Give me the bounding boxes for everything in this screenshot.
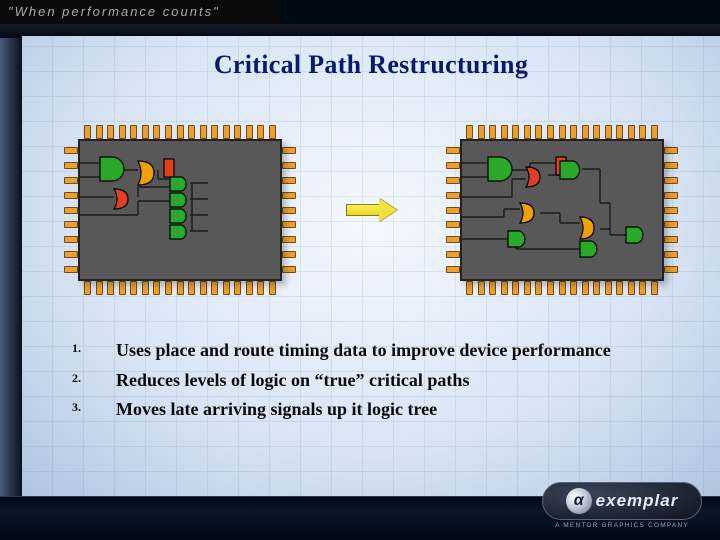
pins-top [466,125,658,139]
arrow-head-icon [379,198,397,222]
slide-content: Critical Path Restructuring [22,36,720,496]
left-rail [0,38,22,540]
chip-before [64,125,296,295]
logo-pill: α exemplar [542,482,702,520]
bullet-list: Uses place and route timing data to impr… [72,336,682,425]
pins-left [64,147,78,273]
logic-after [460,139,664,281]
logo-subtitle: A MENTOR GRAPHICS COMPANY [555,522,689,529]
pins-top [84,125,276,139]
tagline-bar: "When performance counts" [0,0,280,24]
chip-after [446,125,678,295]
logo-glyph-icon: α [566,488,592,514]
bullet-item: Uses place and route timing data to impr… [72,336,682,366]
pins-right [282,147,296,273]
logo: α exemplar A MENTOR GRAPHICS COMPANY [542,482,702,534]
logic-before [78,139,282,281]
bullet-item: Reduces levels of logic on “true” critic… [72,366,682,396]
arrow-body [346,204,380,216]
pins-bottom [466,281,658,295]
pins-left [446,147,460,273]
pins-right [664,147,678,273]
diagram-row [22,110,720,310]
transform-arrow [346,198,396,222]
tagline-text: "When performance counts" [8,4,220,19]
bullet-item: Moves late arriving signals up it logic … [72,395,682,425]
pins-bottom [84,281,276,295]
logo-text: exemplar [596,491,679,511]
